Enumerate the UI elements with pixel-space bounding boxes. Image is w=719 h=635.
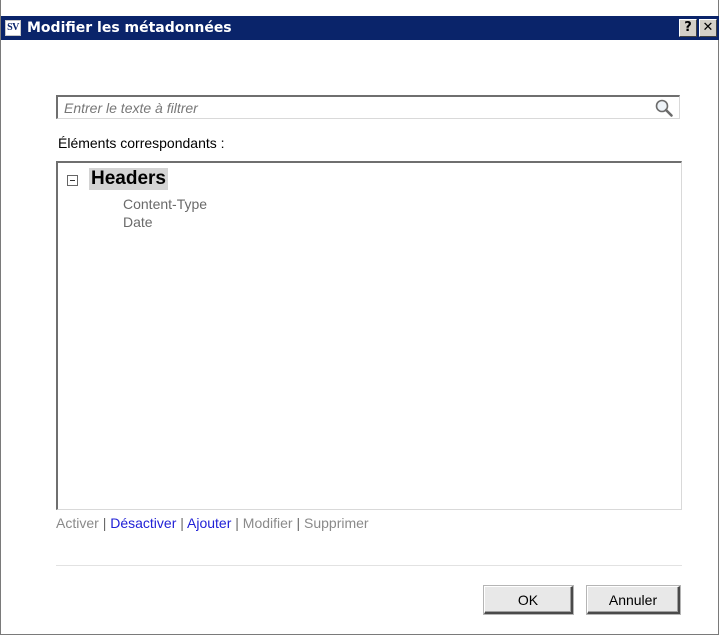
metadata-tree[interactable]: Headers Content-Type Date <box>56 161 682 510</box>
deactivate-link[interactable]: Désactiver <box>110 515 176 531</box>
divider <box>56 565 682 566</box>
app-icon: SV <box>5 20 21 36</box>
filter-input[interactable] <box>64 99 634 117</box>
filter-field[interactable] <box>56 95 680 119</box>
minus-box-icon[interactable] <box>67 175 78 186</box>
dialog-window: SV Modifier les métadonnées ? ✕ Éléments… <box>0 0 719 635</box>
separator: | <box>180 515 188 531</box>
help-button[interactable]: ? <box>679 19 697 37</box>
action-links: Activer | Désactiver | Ajouter | Modifie… <box>56 514 369 532</box>
tree-item-content-type[interactable]: Content-Type <box>123 196 207 213</box>
close-button[interactable]: ✕ <box>699 19 717 37</box>
tree-node-headers[interactable]: Headers <box>89 168 168 190</box>
separator: | <box>235 515 243 531</box>
delete-link: Supprimer <box>304 515 369 531</box>
modify-link: Modifier <box>242 515 293 531</box>
activate-link: Activer <box>56 515 99 531</box>
separator: | <box>296 515 305 531</box>
ok-button[interactable]: OK <box>484 586 573 614</box>
cancel-button[interactable]: Annuler <box>587 586 680 614</box>
add-link[interactable]: Ajouter <box>187 515 231 531</box>
window-title: Modifier les métadonnées <box>27 20 232 36</box>
title-bar[interactable]: SV Modifier les métadonnées ? ✕ <box>1 16 719 40</box>
search-icon[interactable] <box>654 98 674 118</box>
tree-item-date[interactable]: Date <box>123 214 153 231</box>
matches-label: Éléments correspondants : <box>58 135 225 151</box>
